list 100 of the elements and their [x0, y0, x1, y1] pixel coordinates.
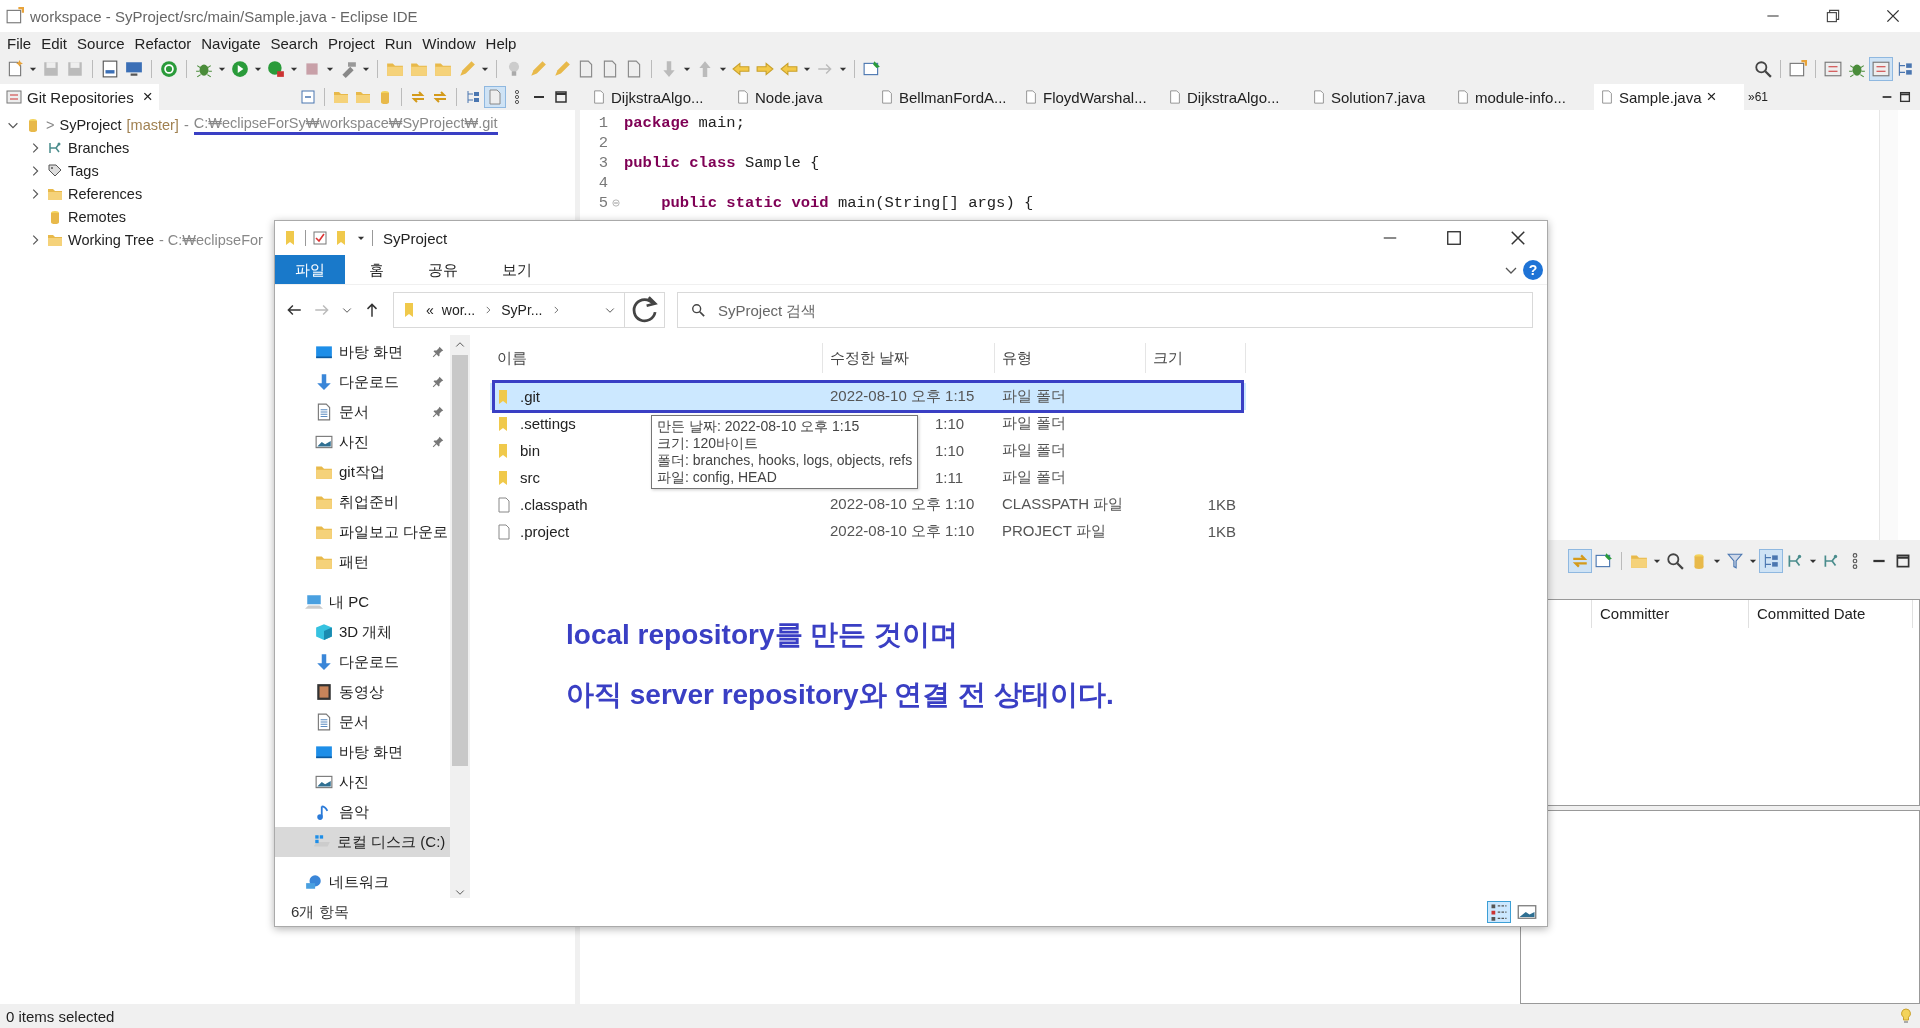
menu-item[interactable]: File	[2, 34, 37, 52]
menu-item[interactable]: Window	[417, 34, 481, 52]
editor-tab[interactable]: Sample.java ×	[1594, 84, 1744, 110]
run-icon[interactable]	[229, 58, 251, 80]
menu-item[interactable]: Project	[323, 34, 380, 52]
menu-item[interactable]: Navigate	[196, 34, 266, 52]
java-file-icon	[736, 90, 750, 104]
properties-icon[interactable]	[312, 230, 328, 246]
pin-icon[interactable]	[432, 406, 444, 418]
details-view-icon[interactable]	[1487, 901, 1511, 923]
search-icon	[691, 303, 705, 317]
perspective-icon[interactable]	[1870, 58, 1892, 80]
app-icon	[6, 7, 24, 25]
tree-item[interactable]: Remotes	[68, 208, 127, 225]
nav-item[interactable]: 사진	[275, 427, 450, 457]
breadcrumb-item[interactable]: wor...	[441, 302, 476, 318]
tooltip-text: 파일: config, HEAD	[657, 469, 778, 486]
search-icon[interactable]	[1664, 550, 1686, 572]
nav-item[interactable]: 다운로드	[275, 367, 450, 397]
nav-item[interactable]: 바탕 화면	[275, 337, 450, 367]
nav-item[interactable]: 사진	[275, 767, 450, 797]
tree-item[interactable]: References	[68, 185, 143, 202]
tab-overflow[interactable]: »61	[1744, 90, 1769, 104]
file-name[interactable]: .settings	[490, 415, 576, 432]
column-header[interactable]: Committed Date	[1749, 600, 1913, 628]
layout-icon[interactable]	[1760, 550, 1782, 572]
picture-icon	[315, 433, 333, 451]
menu-item[interactable]: Refactor	[129, 34, 197, 52]
help-button[interactable]: ?	[1523, 259, 1543, 280]
column-header[interactable]: 크기	[1146, 343, 1246, 373]
line-number: 1	[597, 114, 608, 132]
menu-item[interactable]: Source	[72, 34, 130, 52]
close-button[interactable]: ×	[142, 87, 153, 107]
nav-item[interactable]: 네트워크	[275, 867, 450, 897]
menu-item[interactable]: Edit	[36, 34, 73, 52]
tree-item[interactable]: Tags	[68, 162, 99, 179]
nav-item[interactable]: 문서	[275, 707, 450, 737]
nav-item[interactable]: 패턴	[275, 547, 450, 577]
tree-item[interactable]: Working Tree	[68, 231, 154, 248]
menu-item[interactable]: Search	[265, 34, 323, 52]
date-cell: 1:11	[935, 469, 964, 486]
repository-name[interactable]: SyProject	[59, 116, 122, 133]
file-name[interactable]: bin	[490, 442, 541, 459]
ribbon-tab[interactable]: 공유	[408, 255, 478, 284]
editor-tab[interactable]: BellmanFordA...	[874, 84, 1018, 110]
editor-tab[interactable]: DijkstraAlgo...	[1162, 84, 1306, 110]
nav-item[interactable]: 동영상	[275, 677, 450, 707]
nav-item[interactable]: 문서	[275, 397, 450, 427]
file-name[interactable]: .project	[490, 523, 570, 540]
download-icon	[315, 653, 333, 671]
address-bar[interactable]: « wor... SyPr...	[393, 292, 625, 328]
power-icon[interactable]	[158, 58, 180, 80]
tree-item[interactable]: Branches	[68, 139, 130, 156]
editor-tab[interactable]: Node.java	[730, 84, 874, 110]
download-icon	[315, 373, 333, 391]
search-field[interactable]: SyProject 검색	[677, 292, 1533, 328]
editor-tab[interactable]: DijkstraAlgo...	[586, 84, 730, 110]
column-header[interactable]: 이름	[490, 343, 823, 373]
menu-item[interactable]: Help	[480, 34, 522, 52]
pin-icon[interactable]	[432, 376, 444, 388]
file-name[interactable]: .git	[490, 388, 540, 405]
pin-icon[interactable]	[432, 346, 444, 358]
menu-item[interactable]: Run	[379, 34, 418, 52]
editor-tab[interactable]: module-info...	[1450, 84, 1594, 110]
ribbon-tab[interactable]: 홈	[349, 255, 404, 284]
nav-item[interactable]: 3D 개체	[275, 617, 450, 647]
editor-tab[interactable]: FloydWarshal...	[1018, 84, 1162, 110]
view-tab[interactable]: Git Repositories ×	[0, 84, 159, 110]
collapse-all-icon[interactable]	[298, 87, 318, 107]
nav-item[interactable]: 파일보고 다운로	[275, 517, 450, 547]
column-header[interactable]: Committer	[1592, 600, 1749, 628]
file-name[interactable]: src	[490, 469, 540, 486]
type-cell-text: 파일 폴더	[1001, 441, 1068, 460]
search-icon[interactable]	[1752, 58, 1774, 80]
nav-item[interactable]: git작업	[275, 457, 450, 487]
nav-item[interactable]: 다운로드	[275, 647, 450, 677]
close-button[interactable]: ×	[1706, 87, 1717, 107]
date-cell: 1:10	[935, 442, 965, 459]
pin-icon[interactable]	[432, 436, 444, 448]
file-name[interactable]: .classpath	[490, 496, 588, 513]
editor-tab[interactable]: Solution7.java	[1306, 84, 1450, 110]
annotation-text: local repository를 만든 것이며	[566, 618, 960, 652]
refresh-icon[interactable]	[625, 292, 665, 328]
status-mark: >	[46, 116, 55, 133]
breadcrumb-item[interactable]: SyPr...	[501, 302, 543, 318]
file-icon	[496, 523, 512, 540]
ribbon-tab[interactable]: 보기	[482, 255, 552, 284]
nav-item[interactable]: 로컬 디스크 (C:)	[275, 827, 450, 857]
bulb-icon[interactable]	[1898, 1008, 1914, 1024]
ribbon-tab[interactable]: 파일	[275, 255, 345, 284]
column-header[interactable]: 유형	[995, 343, 1146, 373]
nav-item[interactable]: 취업준비	[275, 487, 450, 517]
breadcrumb-overflow[interactable]: «	[426, 302, 434, 318]
scrollbar[interactable]	[450, 335, 470, 898]
nav-item[interactable]: 내 PC	[275, 587, 450, 617]
nav-item[interactable]: 음악	[275, 797, 450, 827]
column-header[interactable]: 수정한 날짜	[823, 343, 995, 373]
scrollbar[interactable]	[1879, 110, 1898, 540]
run-external-icon[interactable]	[265, 58, 287, 80]
nav-item[interactable]: 바탕 화면	[275, 737, 450, 767]
